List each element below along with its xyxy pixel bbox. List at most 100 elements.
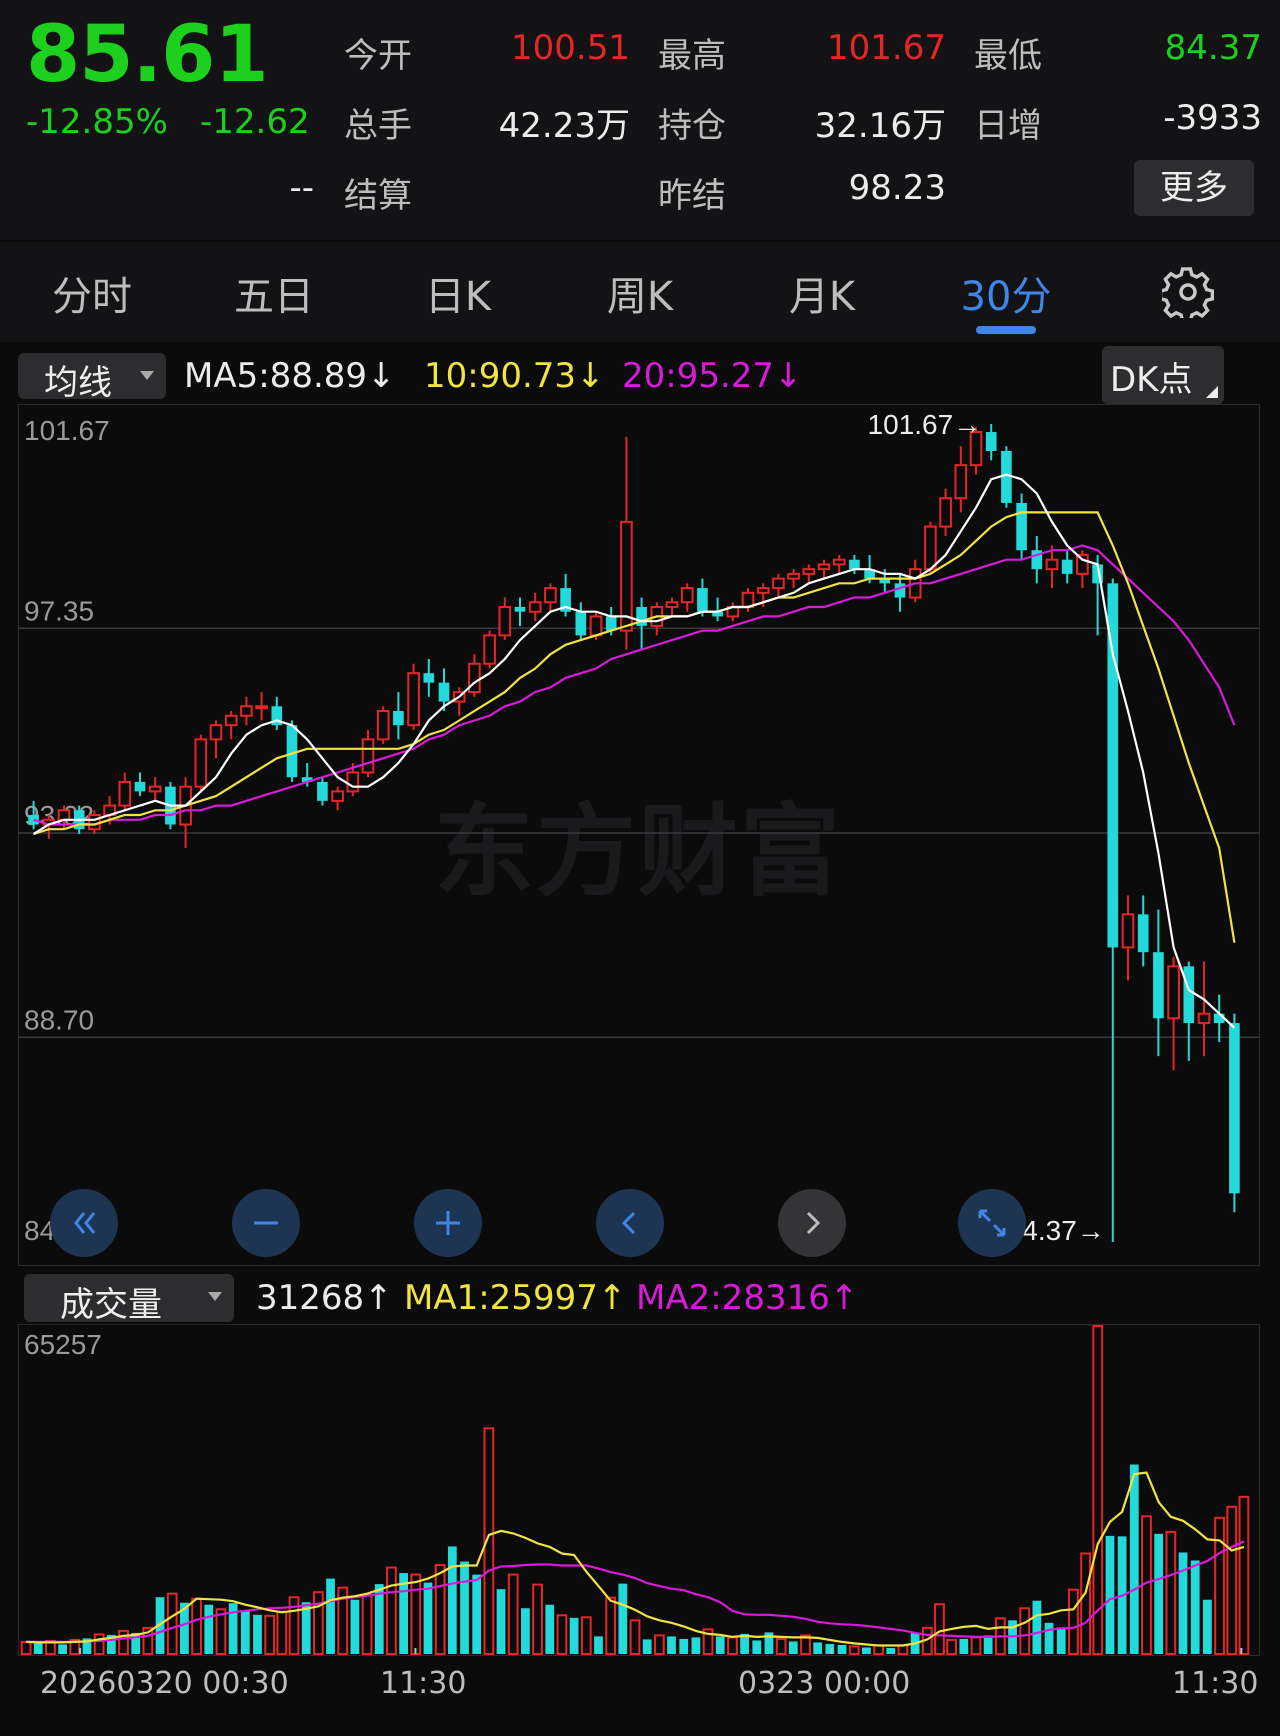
volume-bar <box>605 1596 617 1655</box>
volume-bar <box>1214 1516 1225 1655</box>
fullscreen-button[interactable] <box>958 1189 1026 1257</box>
candle-body <box>483 634 496 665</box>
dk-point-button[interactable]: DK点 <box>1102 346 1224 404</box>
volume-bar <box>1238 1495 1250 1655</box>
candle-body <box>1121 913 1135 949</box>
volume-bar <box>970 1636 982 1655</box>
volume-bar <box>472 1574 482 1654</box>
ma20-value-group: 20:95.27↓ <box>622 356 803 396</box>
candle-body <box>361 738 375 774</box>
quote-field-label: 持仓 <box>658 106 726 146</box>
scroll-right-button[interactable] <box>778 1189 846 1257</box>
quote-field-value: 101.67 <box>827 28 946 68</box>
candle-body <box>787 572 800 580</box>
vol-ma2-value: MA2:28316 <box>636 1278 830 1318</box>
volume-select-label: 成交量 <box>60 1285 162 1325</box>
volume-bar <box>727 1636 738 1655</box>
candle-body <box>423 673 435 683</box>
candle-body <box>438 682 450 702</box>
plus-icon <box>436 1211 460 1235</box>
vol-ma2-arrow-up-icon: ↑ <box>829 1278 859 1318</box>
candle-body <box>255 705 268 710</box>
x-tick-label: 11:30 <box>380 1666 467 1701</box>
tab-2[interactable]: 日K <box>388 264 528 322</box>
volume-bar <box>204 1604 214 1654</box>
candle-body <box>772 577 785 590</box>
candlestick-chart[interactable]: 101.6797.3593.0288.7084.37101.67→84.37→ <box>18 404 1260 1266</box>
volume-bar <box>423 1582 433 1654</box>
volume-bar <box>1129 1464 1139 1654</box>
ma5-value-group: MA5:88.89↓ <box>184 356 396 396</box>
zoom-out-button[interactable] <box>232 1189 300 1257</box>
scroll-left-button[interactable] <box>596 1189 664 1257</box>
volume-bar <box>264 1614 276 1655</box>
volume-bar <box>848 1645 860 1655</box>
candle-body <box>393 711 404 726</box>
last-price: 85.61 <box>26 10 269 100</box>
candle-body <box>346 771 360 793</box>
right-icon <box>806 1211 821 1235</box>
candle-body <box>756 587 770 594</box>
candle-body <box>849 559 860 570</box>
candle-body <box>28 815 39 825</box>
candle-body <box>1153 952 1164 1019</box>
volume-bar <box>460 1561 469 1654</box>
zoom-in-button[interactable] <box>414 1189 482 1257</box>
volume-bar <box>545 1604 555 1654</box>
tab-4[interactable]: 月K <box>752 264 892 322</box>
candle-body <box>1016 502 1027 551</box>
candle-body <box>665 601 679 608</box>
tab-3[interactable]: 周K <box>570 264 710 322</box>
volume-bar <box>1190 1560 1200 1654</box>
volume-bar <box>897 1644 909 1655</box>
ma10-value: 10:90.73 <box>424 356 577 396</box>
volume-bar <box>825 1643 835 1654</box>
candle-body <box>924 525 937 571</box>
quote-field-label: 结算 <box>344 176 412 216</box>
indicator-select[interactable]: 均线 <box>18 353 166 403</box>
minus-icon <box>254 1221 278 1225</box>
volume-bar <box>447 1546 457 1654</box>
candle-body <box>1076 553 1089 575</box>
volume-chart[interactable]: 65257 <box>18 1324 1260 1656</box>
volume-bar <box>752 1640 762 1654</box>
corner-triangle-icon <box>1206 386 1218 398</box>
volume-bar <box>312 1591 324 1656</box>
candle-body <box>985 432 997 451</box>
ma20-arrow-down-icon: ↓ <box>774 356 803 396</box>
volume-bar <box>569 1617 579 1654</box>
gear-icon[interactable] <box>1158 266 1215 323</box>
tab-1[interactable]: 五日 <box>204 264 344 322</box>
tab-0[interactable]: 分时 <box>22 264 162 322</box>
volume-bar <box>629 1619 641 1655</box>
volume-bar <box>1056 1627 1066 1654</box>
active-tab-indicator <box>976 326 1036 334</box>
candle-body <box>1001 450 1012 503</box>
volume-value-group: 31268↑ <box>256 1278 393 1318</box>
candle-body <box>589 615 603 637</box>
quote-panel: 85.61 -12.85% -12.62 今开 100.51 最高 101.67 最低 8… <box>0 0 1280 240</box>
more-button[interactable]: 更多 <box>1134 160 1254 216</box>
volume-bar <box>191 1597 202 1655</box>
ma20-value: 20:95.27 <box>622 356 775 396</box>
tab-5[interactable]: 30分 <box>936 264 1076 322</box>
volume-bar <box>410 1573 422 1655</box>
candle-body <box>939 497 952 528</box>
volume-bar <box>350 1599 360 1654</box>
volume-indicator-select[interactable]: 成交量 <box>24 1274 234 1325</box>
volume-bar <box>1044 1622 1054 1654</box>
x-tick-label: 0323 00:00 <box>738 1666 911 1701</box>
candle-body <box>1061 559 1073 574</box>
volume-bar <box>1080 1552 1091 1655</box>
quote-field-label: 今开 <box>344 36 412 76</box>
quote-field-value: 84.37 <box>1164 28 1262 68</box>
volume-bar <box>580 1616 592 1655</box>
volume-bar <box>862 1647 871 1654</box>
volume-bar <box>886 1647 896 1654</box>
volume-bar <box>1068 1588 1079 1655</box>
candle-body <box>209 724 223 741</box>
scroll-to-start-button[interactable] <box>50 1189 118 1257</box>
candle-body <box>528 601 542 613</box>
volume-bar <box>813 1642 823 1654</box>
volume-arrow-up-icon: ↑ <box>364 1278 393 1318</box>
